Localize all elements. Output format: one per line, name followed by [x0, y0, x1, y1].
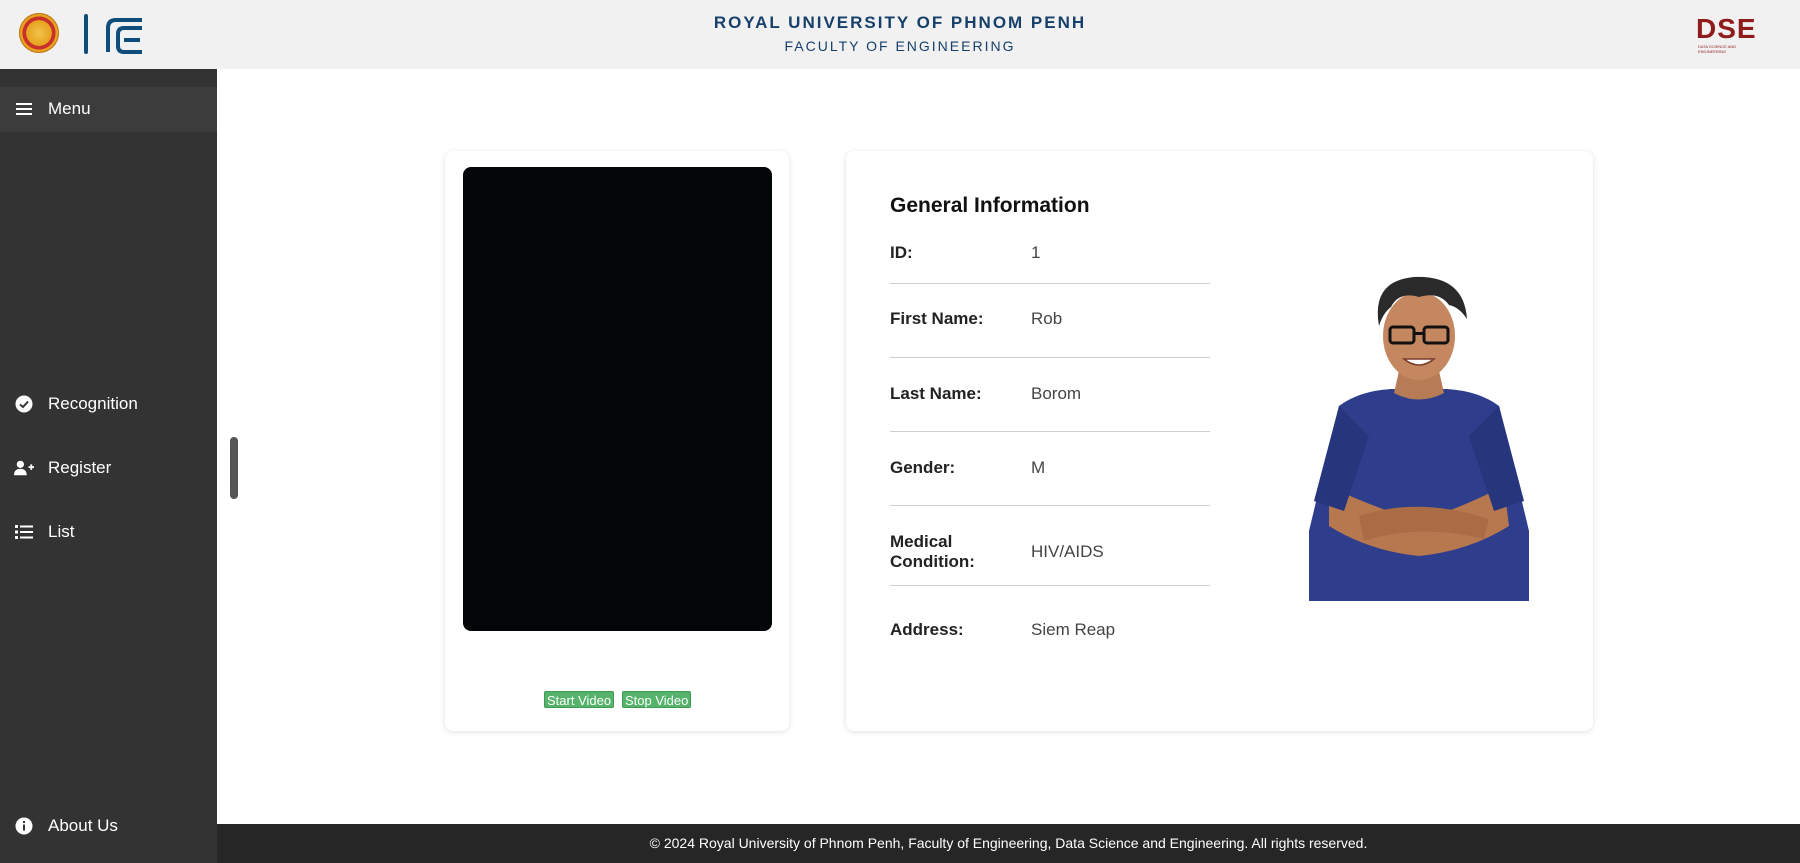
profile-photo [1309, 276, 1529, 601]
sidebar-item-label: List [48, 522, 75, 541]
info-row-address: Address: Siem Reap [890, 585, 1210, 645]
field-value: Siem Reap [1031, 620, 1116, 639]
field-value: HIV/AIDS [1031, 542, 1104, 561]
video-card: Start Video Stop Video [445, 151, 789, 731]
sidebar-item-recognition[interactable]: Recognition [0, 386, 217, 422]
menu-label: Menu [48, 99, 91, 118]
section-title: General Information [890, 194, 1090, 217]
field-value: Borom [1031, 384, 1082, 403]
field-label: Medical Condition: [890, 532, 975, 571]
stop-video-button[interactable]: Stop Video [622, 691, 692, 708]
start-video-button[interactable]: Start Video [544, 691, 615, 708]
video-feed [463, 167, 772, 631]
field-label: Address: [890, 620, 964, 639]
field-label: Gender: [890, 458, 956, 477]
info-row-gender: Gender: M [890, 431, 1210, 506]
faculty-subtitle: FACULTY OF ENGINEERING [784, 38, 1016, 54]
dse-logo-small-text: DATA SCIENCE AND ENGINEERING [1698, 44, 1737, 54]
field-value: Rob [1031, 309, 1063, 328]
sidebar-item-about[interactable]: About Us [0, 808, 217, 844]
university-title: ROYAL UNIVERSITY OF PHNOM PENH [713, 13, 1087, 32]
check-circle-icon [14, 394, 34, 414]
info-row-first-name: First Name: Rob [890, 283, 1210, 358]
sidebar: Menu Recognition Register List About Us [0, 69, 217, 863]
menu-toggle[interactable]: Menu [0, 87, 217, 132]
app-header: ROYAL UNIVERSITY OF PHNOM PENH FACULTY O… [0, 0, 1800, 69]
field-value: M [1031, 458, 1046, 477]
field-label: First Name: [890, 309, 984, 328]
info-row-medical-condition: Medical Condition: HIV/AIDS [890, 505, 1210, 586]
user-plus-icon [14, 458, 34, 478]
list-icon [14, 522, 34, 542]
general-information-card: General Information ID: 1 First Name: Ro… [846, 151, 1593, 731]
dse-logo-text: DSE [1696, 13, 1757, 44]
sidebar-item-label: About Us [48, 816, 118, 835]
sidebar-item-label: Register [48, 458, 112, 477]
footer: © 2024 Royal University of Phnom Penh, F… [217, 824, 1800, 863]
info-row-id: ID: 1 [890, 237, 1210, 284]
copyright-text: © 2024 Royal University of Phnom Penh, F… [649, 835, 1368, 851]
sidebar-item-register[interactable]: Register [0, 450, 217, 486]
menu-item[interactable]: Menu [0, 91, 217, 127]
sidebar-item-list[interactable]: List [0, 514, 217, 550]
dse-logo: DSE DATA SCIENCE AND ENGINEERING [1696, 13, 1778, 55]
sidebar-item-label: Recognition [48, 394, 138, 413]
hamburger-menu-icon[interactable] [14, 99, 34, 119]
info-row-last-name: Last Name: Borom [890, 357, 1210, 432]
scrollbar-handle[interactable] [230, 437, 238, 499]
field-label: ID: [890, 243, 913, 262]
field-value: 1 [1031, 243, 1041, 262]
field-label: Last Name: [890, 384, 982, 403]
info-icon [14, 816, 34, 836]
